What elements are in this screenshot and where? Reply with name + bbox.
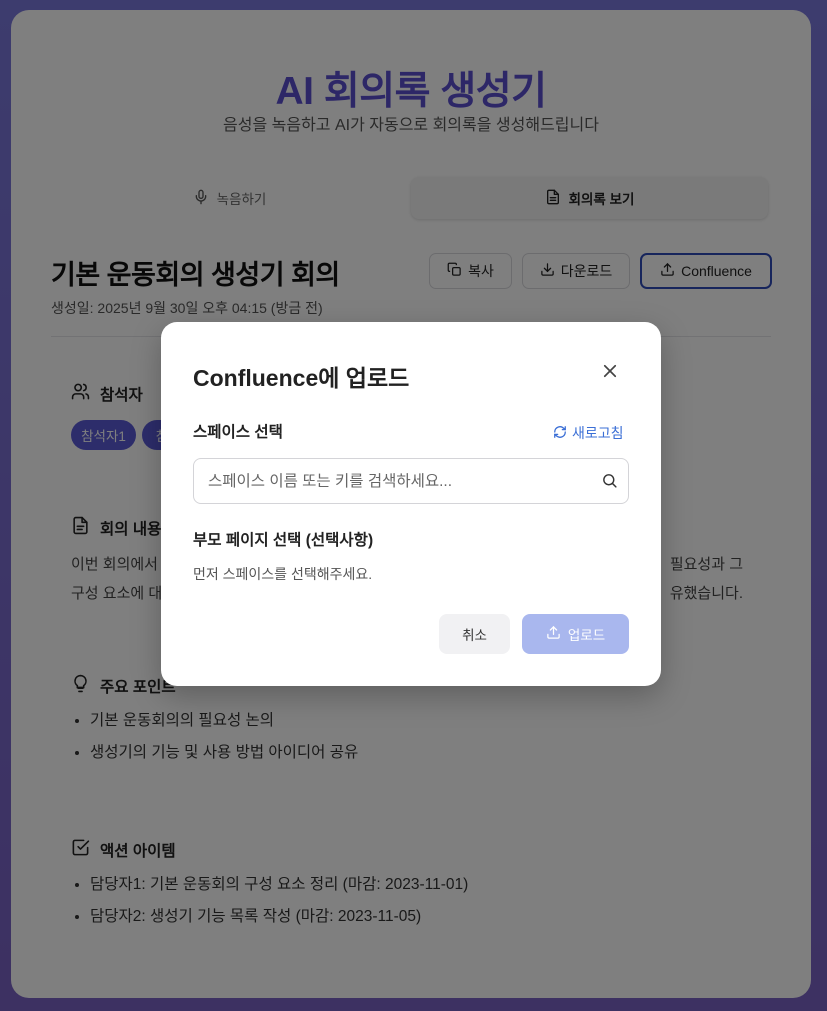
cancel-button-label: 취소 xyxy=(462,628,487,643)
space-search-input[interactable] xyxy=(206,459,590,504)
upload-icon xyxy=(546,625,561,643)
search-icon xyxy=(601,472,618,494)
upload-button[interactable]: 업로드 xyxy=(522,614,629,654)
refresh-icon xyxy=(553,425,567,442)
parent-page-label: 부모 페이지 선택 (선택사항) xyxy=(193,532,374,549)
dialog-title: Confluence에 업로드 xyxy=(193,365,410,391)
upload-button-label: 업로드 xyxy=(567,628,606,643)
close-button[interactable] xyxy=(598,361,622,385)
space-search-field xyxy=(193,458,629,504)
refresh-label: 새로고침 xyxy=(572,425,624,441)
space-select-label: 스페이스 선택 xyxy=(193,424,283,441)
parent-page-hint: 먼저 스페이스를 선택해주세요. xyxy=(193,566,373,582)
close-icon xyxy=(601,362,619,385)
cancel-button[interactable]: 취소 xyxy=(439,614,510,654)
confluence-upload-dialog: Confluence에 업로드 스페이스 선택 새로고침 부모 페이지 선택 (… xyxy=(161,322,661,686)
refresh-button[interactable]: 새로고침 xyxy=(553,423,624,443)
